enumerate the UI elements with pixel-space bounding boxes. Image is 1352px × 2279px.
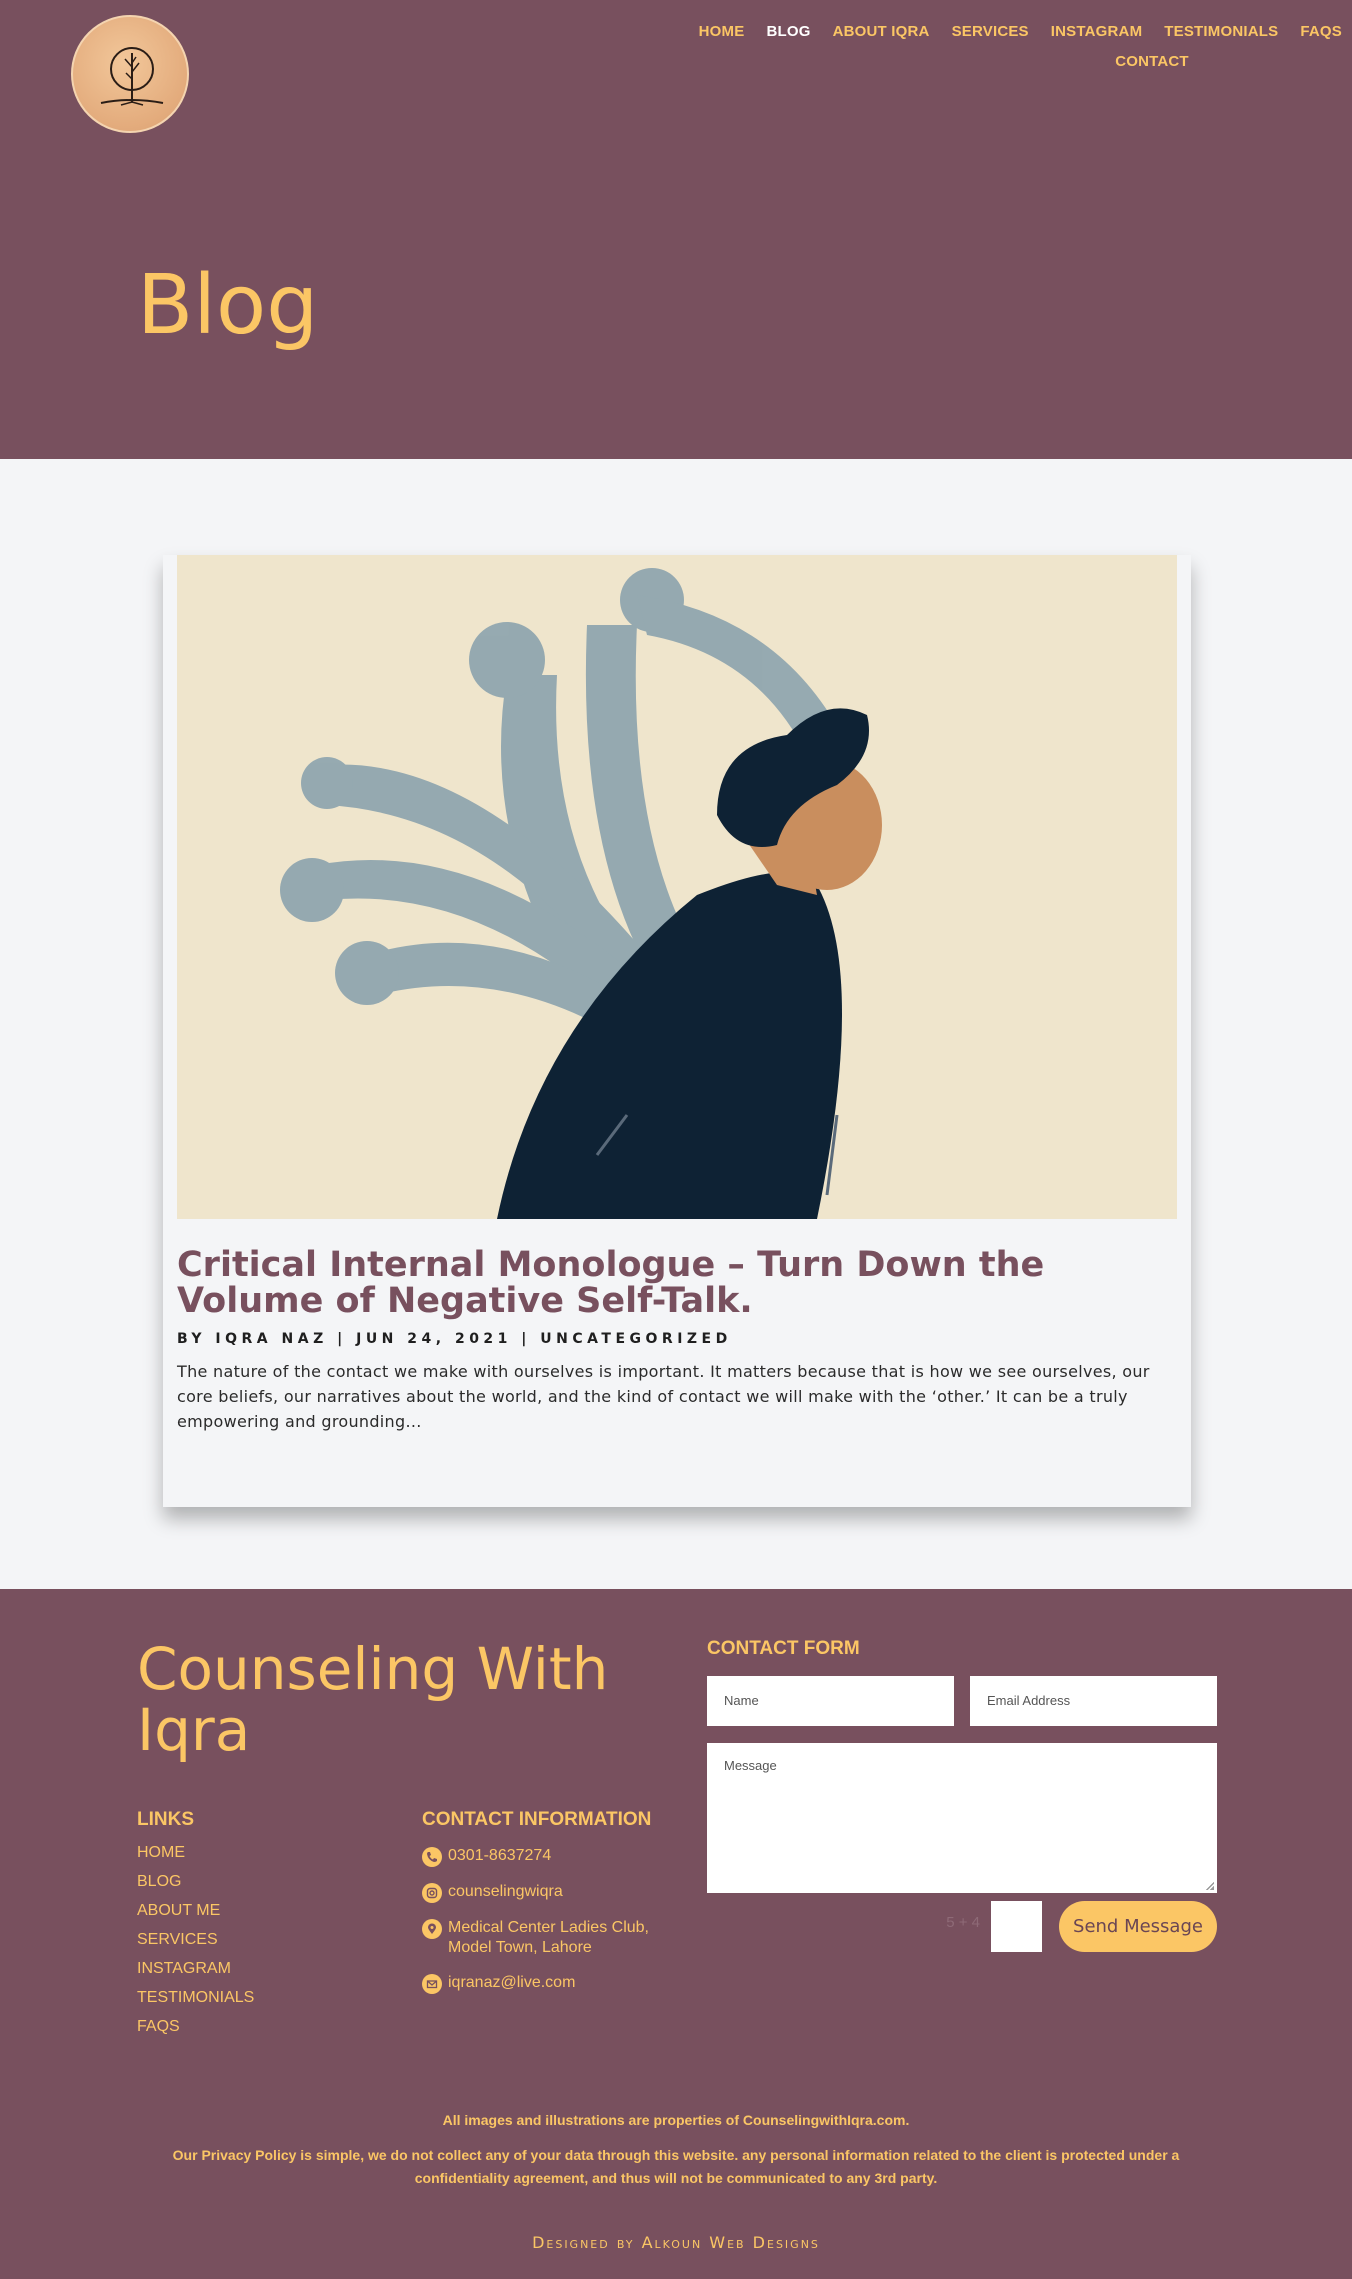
blog-post-card: Critical Internal Monologue – Turn Down … <box>163 555 1191 1507</box>
links-heading: LINKS <box>137 1809 194 1830</box>
designer-credit[interactable]: Designed by Alkoun Web Designs <box>0 2233 1352 2252</box>
footer-links: LINKS HOME BLOG ABOUT ME SERVICES INSTAG… <box>137 1810 357 2041</box>
contact-address-text: Medical Center Ladies Club, Model Town, … <box>448 1919 649 1956</box>
footer-link-testimonials[interactable]: TESTIMONIALS <box>137 1983 357 2012</box>
contact-phone-text: 0301-8637274 <box>448 1847 552 1864</box>
meta-separator: | <box>521 1331 531 1347</box>
post-title[interactable]: Critical Internal Monologue – Turn Down … <box>177 1247 1177 1319</box>
footer-link-faqs[interactable]: FAQS <box>137 2012 357 2041</box>
nav-faqs[interactable]: FAQS <box>1300 23 1342 40</box>
contact-form-heading: CONTACT FORM <box>707 1638 860 1659</box>
nav-testimonials[interactable]: TESTIMONIALS <box>1164 23 1278 40</box>
post-date: JUN 24, 2021 <box>356 1331 512 1347</box>
footer-contact-info: CONTACT INFORMATION 0301-8637274 counsel… <box>422 1810 672 2009</box>
resize-handle-icon[interactable] <box>1206 1882 1214 1890</box>
main-nav: HOME BLOG ABOUT IQRA SERVICES INSTAGRAM … <box>642 20 1342 72</box>
nav-home[interactable]: HOME <box>699 23 745 40</box>
instagram-icon <box>422 1883 442 1903</box>
footer-link-services[interactable]: SERVICES <box>137 1925 357 1954</box>
tree-logo-icon <box>100 47 164 106</box>
footer-brand: Counseling With Iqra <box>137 1635 609 1764</box>
email-field[interactable]: Email Address <box>970 1676 1217 1726</box>
images-notice: All images and illustrations are propert… <box>442 2112 910 2128</box>
post-author[interactable]: BY IQRA NAZ <box>177 1331 328 1347</box>
site-footer: Counseling With Iqra LINKS HOME BLOG ABO… <box>0 1589 1352 2279</box>
name-field[interactable]: Name <box>707 1676 954 1726</box>
location-pin-icon <box>422 1919 442 1939</box>
post-featured-image[interactable] <box>177 555 1177 1219</box>
post-excerpt: The nature of the contact we make with o… <box>177 1362 1150 1431</box>
footer-link-blog[interactable]: BLOG <box>137 1867 357 1896</box>
nav-services[interactable]: SERVICES <box>952 23 1029 40</box>
send-message-button[interactable]: Send Message <box>1059 1901 1217 1952</box>
footer-link-instagram[interactable]: INSTAGRAM <box>137 1954 357 1983</box>
contact-phone[interactable]: 0301-8637274 <box>422 1846 672 1867</box>
contact-address: Medical Center Ladies Club, Model Town, … <box>422 1918 672 1958</box>
hero-header: HOME BLOG ABOUT IQRA SERVICES INSTAGRAM … <box>0 0 1352 459</box>
meta-separator: | <box>337 1331 347 1347</box>
illustration-person-with-many-arms <box>177 555 1177 1219</box>
site-logo[interactable] <box>71 15 189 133</box>
contact-instagram-text: counselingwiqra <box>448 1883 563 1900</box>
post-meta: BY IQRA NAZ | JUN 24, 2021 | UNCATEGORIZ… <box>177 1331 732 1347</box>
captcha-input[interactable] <box>991 1901 1042 1952</box>
message-field[interactable]: Message <box>707 1743 1217 1893</box>
footer-link-about-me[interactable]: ABOUT ME <box>137 1896 357 1925</box>
captcha-question: 5 + 4 <box>946 1914 980 1931</box>
nav-contact[interactable]: CONTACT <box>1115 53 1189 70</box>
privacy-notice: Our Privacy Policy is simple, we do not … <box>172 2147 1180 2186</box>
message-placeholder: Message <box>724 1758 777 1773</box>
nav-instagram[interactable]: INSTAGRAM <box>1051 23 1143 40</box>
page-title: Blog <box>137 258 319 353</box>
contact-instagram[interactable]: counselingwiqra <box>422 1882 672 1903</box>
email-icon <box>422 1974 442 1994</box>
post-category[interactable]: UNCATEGORIZED <box>540 1331 731 1347</box>
contact-email-text: iqranaz@live.com <box>448 1974 576 1991</box>
phone-icon <box>422 1847 442 1867</box>
contact-email[interactable]: iqranaz@live.com <box>422 1973 672 1994</box>
nav-blog[interactable]: BLOG <box>766 23 810 40</box>
footer-link-home[interactable]: HOME <box>137 1838 357 1867</box>
contact-heading: CONTACT INFORMATION <box>422 1809 652 1830</box>
nav-about-iqra[interactable]: ABOUT IQRA <box>833 23 930 40</box>
